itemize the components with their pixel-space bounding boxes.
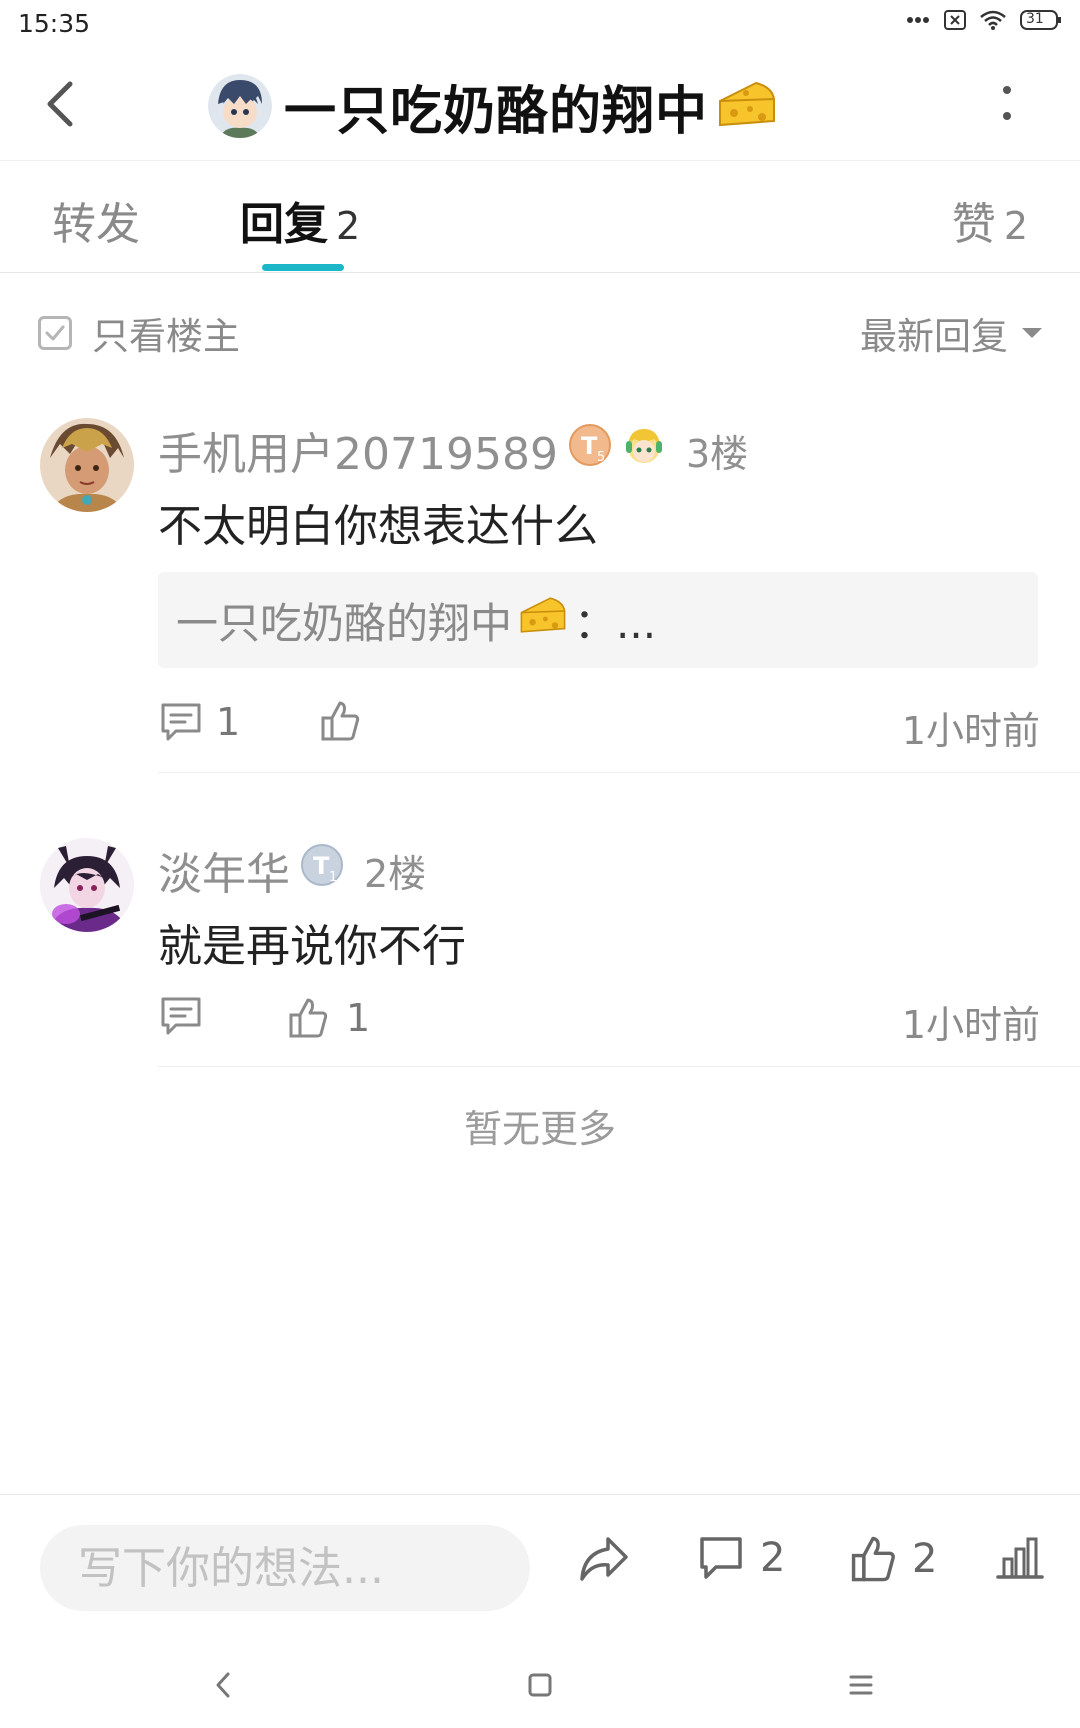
wifi-icon [980,10,1006,30]
nav-home-button[interactable] [515,1660,565,1710]
chevron-left-icon [47,81,73,127]
reply-username[interactable]: 手机用户20719589 [158,418,558,482]
svg-text:5: 5 [597,450,605,465]
like-count: 1 [346,996,371,1040]
quoted-post[interactable]: 一只吃奶酪的翔中 ：... [158,572,1038,668]
reply-avatar-1[interactable] [40,418,134,512]
reply-content: 就是再说你不行 [158,921,466,972]
vertical-dots-icon [1003,86,1011,120]
tab-reply[interactable]: 回复 2 [240,188,360,252]
only-op-label: 只看楼主 [92,315,240,358]
reply-username[interactable]: 淡年华 [158,838,290,902]
comment-icon [161,997,201,1035]
divider [158,772,1080,773]
comment-button[interactable] [160,996,202,1040]
nav-back-icon [216,1672,230,1698]
back-button[interactable] [36,76,86,132]
comment-count: 1 [216,700,241,744]
nav-menu-icon [849,1675,873,1695]
floor-number: 3楼 [685,431,749,476]
thumbs-up-icon [289,998,328,1038]
author-avatar[interactable] [208,74,272,138]
stats-button[interactable] [996,1535,1044,1581]
checkbox-icon[interactable] [38,316,72,350]
battery-icon: 31 [1020,10,1062,30]
like-button[interactable] [320,700,360,746]
tab-repost[interactable]: 转发 [52,188,140,252]
tab-like-count: 2 [1003,204,1028,248]
comment-icon [161,703,201,741]
reply-header-1: 手机用户20719589 T 5 3楼 [158,418,748,482]
system-nav-bar [0,1640,1080,1728]
more-options-button[interactable] [992,78,1022,128]
page-title: 一只吃奶酪的翔中 [284,81,709,142]
sort-dropdown[interactable]: 最新回复 [860,306,1042,360]
reply-time: 1小时前 [901,709,1040,753]
title-wrap: 一只吃奶酪的翔中 [208,68,778,144]
tab-reply-count: 2 [336,204,361,248]
tab-bar: 转发 回复 2 赞2 [0,160,1080,273]
level-badge-t1: T 1 [300,843,344,898]
filter-row: 只看楼主 最新回复 [0,272,1080,384]
reply-content: 不太明白你想表达什么 [158,501,598,552]
thumbs-up-icon [321,701,360,741]
battery-level: 31 [1026,11,1044,27]
nav-menu-button[interactable] [836,1660,886,1710]
comments-count: 2 [760,1535,786,1581]
no-more-text: 暂无更多 [463,1107,616,1151]
sim-off-icon [944,10,966,30]
status-icons: 31 [906,10,1062,30]
bar-chart-icon [996,1537,1044,1579]
tab-like[interactable]: 赞2 [952,188,1028,252]
divider [158,1066,1080,1067]
header: 一只吃奶酪的翔中 [0,48,1080,161]
more-dots-icon [906,16,930,24]
comment-bubble-icon [700,1537,742,1579]
reply-header-2: 淡年华 T 1 2楼 [158,838,426,902]
nav-home-icon [528,1673,552,1697]
reply-input[interactable] [40,1525,530,1611]
like-button[interactable]: 1 [288,996,370,1040]
reply-avatar-2[interactable] [40,838,134,932]
quote-user: 一只吃奶酪的翔中 [176,598,513,648]
share-button[interactable] [578,1535,630,1583]
bottom-action-bar: 2 2 [0,1494,1080,1641]
avatar [40,418,134,512]
share-icon [580,1537,628,1581]
thumbs-up-icon [851,1536,895,1582]
tab-repost-label: 转发 [52,199,140,250]
reply-time: 1小时前 [901,1003,1040,1047]
level-badge-t5: T 5 [568,423,612,478]
character-badge-icon [622,423,666,478]
svg-text:T: T [581,432,598,460]
svg-text:1: 1 [329,870,337,885]
nav-back-button[interactable] [198,1660,248,1710]
comments-button[interactable]: 2 [698,1535,785,1581]
status-time: 15:35 [18,9,91,38]
tab-like-label: 赞 [951,199,996,250]
avatar [40,838,134,932]
sort-label: 最新回复 [860,315,1008,358]
cheese-icon [716,79,778,133]
caret-down-icon [1022,328,1042,338]
like-post-button[interactable]: 2 [850,1535,937,1583]
status-bar: 15:35 31 [0,0,1080,48]
cheese-icon [518,595,568,645]
comment-button[interactable]: 1 [160,700,240,744]
reply-input-box[interactable] [40,1525,530,1611]
likes-count: 2 [912,1536,938,1582]
only-op-toggle[interactable]: 只看楼主 [38,306,240,360]
tab-reply-label: 回复 [240,199,328,250]
floor-number: 2楼 [364,851,427,896]
svg-text:T: T [313,852,330,880]
active-tab-indicator [262,264,344,271]
reply-actions-1: 1 [160,700,240,744]
quote-suffix: ：... [574,598,657,648]
